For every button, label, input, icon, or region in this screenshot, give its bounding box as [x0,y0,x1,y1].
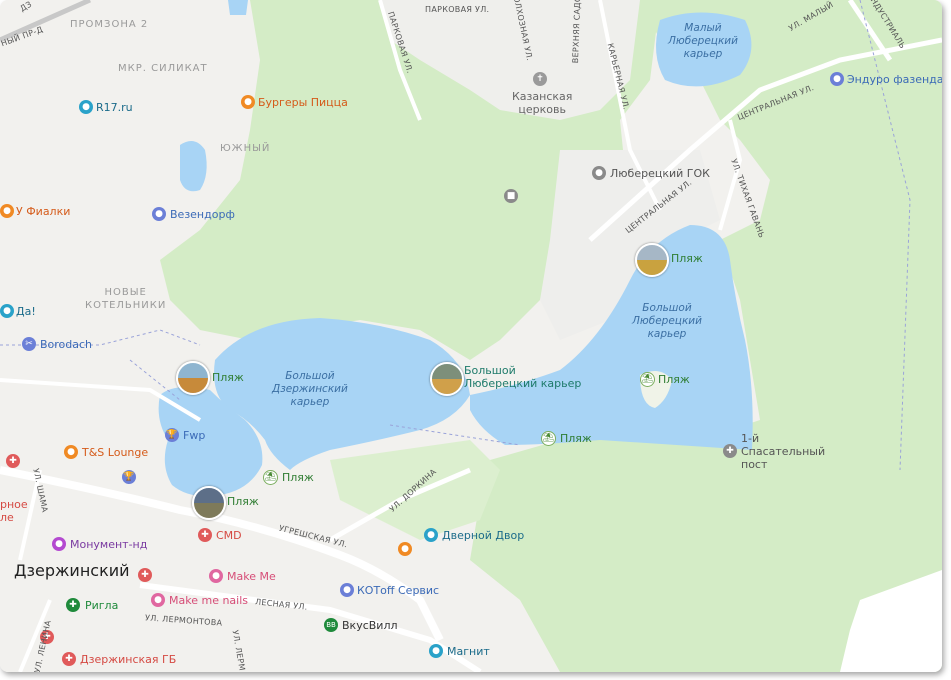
street-parkovaya: ПАРКОВАЯ УЛ. [425,5,490,14]
beach-label-5[interactable]: Пляж [560,432,592,445]
car-service-icon[interactable]: ● [79,100,93,114]
burgers-icon[interactable]: ● [241,95,255,109]
lake-small-lyuberetsky-label: Малый Люберецкий карьер [668,22,738,60]
fwp-label[interactable]: Fwp [183,429,205,442]
beach-label-3[interactable]: Пляж [227,495,259,508]
beach-icon-dz[interactable]: ⛱ [263,470,278,485]
pond-yuzhny [180,141,207,192]
city-label: Дзержинский [14,561,130,580]
pharmacy-icon[interactable]: ✚ [66,598,80,612]
beach-label-2[interactable]: Пляж [671,252,703,265]
dzgb-label[interactable]: Дзержинская ГБ [80,653,176,666]
trophy-icon[interactable]: 🏆 [165,428,179,442]
beach-photo-3[interactable] [192,486,226,520]
lake-photo[interactable] [430,362,464,396]
borodach-label[interactable]: Borodach [40,338,92,351]
makeme-icon[interactable]: ● [209,569,223,583]
beach-label-4[interactable]: Пляж [658,373,690,386]
da-label[interactable]: Да! [16,305,36,318]
medical-icon[interactable]: ✚ [138,568,152,582]
makeme-label[interactable]: Make Me [227,570,276,583]
lounge-icon[interactable]: ● [64,445,78,459]
kotoff-label[interactable]: КОТoff Сервис [357,584,439,597]
beach-icon-south[interactable]: ⛱ [541,431,556,446]
scissors-icon[interactable]: ✂ [22,337,36,351]
district-yuzhny: ЮЖНЫЙ [220,143,271,154]
vkusvill-icon[interactable]: ВВ [324,618,338,632]
medical-icon-2[interactable]: ✚ [6,454,20,468]
gok-icon[interactable]: ● [592,166,606,180]
beach-photo-2[interactable] [635,243,669,277]
ts-lounge-label[interactable]: T&S Lounge [82,446,148,459]
vkusvill-label[interactable]: ВкусВилл [342,619,398,632]
da-icon[interactable]: ● [0,304,14,318]
r17-label[interactable]: R17.ru [96,101,133,114]
spas-post-label[interactable]: 1-й Спасательный пост [741,432,825,471]
monument-label[interactable]: Монумент-нд [70,538,147,551]
district-kotelniki: НОВЫЕ КОТЕЛЬНИКИ [85,287,167,311]
beach-photo-1[interactable] [176,361,210,395]
cafe-icon-2[interactable]: ● [398,542,412,556]
pond-north [228,0,248,15]
lake-poi-label[interactable]: Большой Люберецкий карьер [464,364,581,390]
cmd-icon[interactable]: ✚ [198,528,212,542]
cmd-label[interactable]: CMD [216,529,242,542]
partial-left-label[interactable]: рное ле [0,498,28,524]
vezendorf-icon[interactable]: ● [152,207,166,221]
lake-big-lyuberetsky-label: Большой Люберецкий карьер [632,302,702,340]
door-icon[interactable]: ● [424,528,438,542]
burgers-label[interactable]: Бургеры Пицца [258,96,348,109]
makemenails-icon[interactable]: ● [151,593,165,607]
monument-icon[interactable]: ● [52,537,66,551]
landmark-icon[interactable]: ■ [504,189,518,203]
district-silikat: МКР. СИЛИКАТ [118,63,208,74]
trophy-icon-2[interactable]: 🏆 [122,470,136,484]
beach-label-6[interactable]: Пляж [282,471,314,484]
map-frame[interactable]: ПРОМЗОНА 2 МКР. СИЛИКАТ ЮЖНЫЙ НОВЫЕ КОТЕ… [0,0,942,672]
beach-icon-island[interactable]: ⛱ [640,372,655,387]
makemenails-label[interactable]: Make me nails [169,594,248,607]
district-promzona: ПРОМЗОНА 2 [70,19,149,30]
magnit-icon[interactable]: ● [429,644,443,658]
church-icon[interactable]: ✝ [533,72,547,86]
magnit-label[interactable]: Магнит [447,645,490,658]
enduro-label[interactable]: Эндуро фазенда [847,73,942,86]
kotoff-icon[interactable]: ● [340,583,354,597]
vezendorf-label[interactable]: Везендорф [170,208,235,221]
kazan-church-label[interactable]: Казанская церковь [512,90,572,116]
beach-label-1[interactable]: Пляж [212,371,244,384]
lake-big-dzerzhinsky-label: Большой Дзержинский карьер [272,370,348,408]
enduro-icon[interactable]: ● [830,72,844,86]
street-verkh-sadov: ВЕРХНЯЯ САДОВ [570,0,583,64]
dvernoy-label[interactable]: Дверной Двор [442,529,524,542]
rescue-icon[interactable]: ✚ [723,444,737,458]
cafe-icon[interactable]: ● [0,204,14,218]
fialki-label[interactable]: У Фиалки [16,205,70,218]
rigla-label[interactable]: Ригла [85,599,118,612]
hospital-icon[interactable]: ✚ [62,652,76,666]
gok-label[interactable]: Люберецкий ГОК [610,167,710,180]
